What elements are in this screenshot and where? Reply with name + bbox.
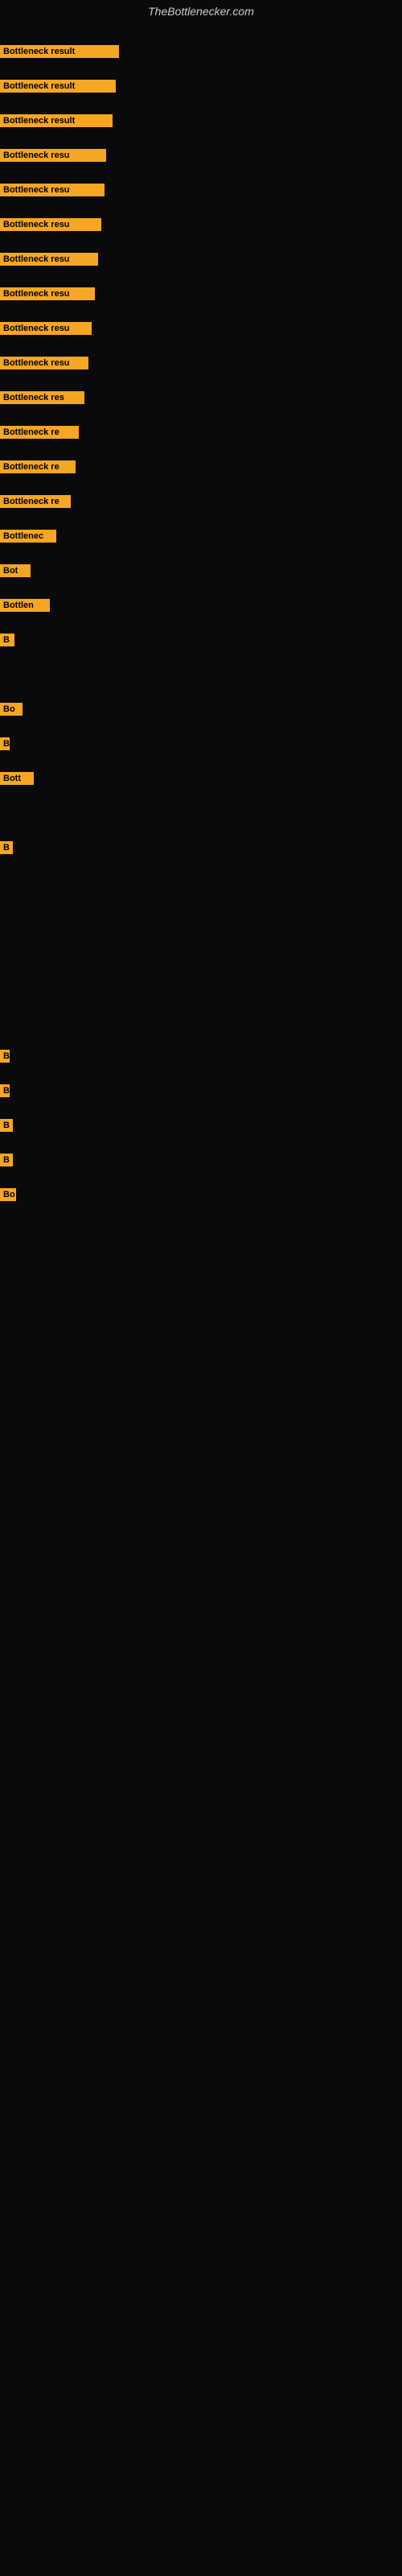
bar-row: Bot (0, 564, 31, 577)
bar-row: Bott (0, 772, 34, 785)
bottleneck-result-bar: Bottleneck re (0, 426, 79, 439)
bottleneck-result-bar: Bottleneck resu (0, 253, 98, 266)
bar-row: B (0, 634, 14, 646)
bar-row: B (0, 737, 10, 750)
bottleneck-result-bar: Bottleneck resu (0, 218, 101, 231)
bar-row: Bottlen (0, 599, 50, 612)
bar-row: Bottleneck re (0, 460, 76, 473)
bottleneck-result-bar: Bottleneck res (0, 391, 84, 404)
bar-row: Bottleneck resu (0, 253, 98, 266)
bottleneck-result-bar: Bottlenec (0, 530, 56, 543)
bar-row: Bottleneck result (0, 114, 113, 127)
bar-row: B (0, 1154, 13, 1166)
bottleneck-result-bar: B (0, 1084, 10, 1097)
bar-row: Bo (0, 703, 23, 716)
bar-row: Bottleneck resu (0, 322, 92, 335)
bottleneck-result-bar: Bottleneck resu (0, 149, 106, 162)
bar-row: Bottleneck re (0, 495, 71, 508)
bar-row: Bottleneck result (0, 45, 119, 58)
bar-row: Bottleneck resu (0, 149, 106, 162)
bar-row: Bottleneck res (0, 391, 84, 404)
bottleneck-result-bar: Bottleneck resu (0, 287, 95, 300)
bottleneck-result-bar: Bottleneck re (0, 495, 71, 508)
bar-row: Bottleneck resu (0, 287, 95, 300)
bar-row: B (0, 1050, 10, 1063)
bar-row: Bottleneck re (0, 426, 79, 439)
bottleneck-result-bar: B (0, 634, 14, 646)
bottleneck-result-bar: Bottlen (0, 599, 50, 612)
bottleneck-result-bar: Bottleneck result (0, 80, 116, 93)
bottleneck-result-bar: B (0, 1154, 13, 1166)
bottleneck-result-bar: B (0, 1050, 10, 1063)
bottleneck-result-bar: B (0, 1119, 13, 1132)
bar-row: B (0, 1119, 13, 1132)
bar-row: Bottleneck resu (0, 357, 88, 369)
bottleneck-result-bar: Bottleneck resu (0, 322, 92, 335)
bottleneck-result-bar: Bottleneck resu (0, 357, 88, 369)
bottleneck-result-bar: Bottleneck re (0, 460, 76, 473)
bar-row: Bottleneck resu (0, 218, 101, 231)
bottleneck-result-bar: Bott (0, 772, 34, 785)
bar-row: Bottleneck resu (0, 184, 105, 196)
bottleneck-result-bar: Bo (0, 703, 23, 716)
bottleneck-result-bar: Bot (0, 564, 31, 577)
bottleneck-result-bar: B (0, 841, 13, 854)
bottleneck-result-bar: Bo (0, 1188, 16, 1201)
bottleneck-result-bar: Bottleneck result (0, 45, 119, 58)
bottleneck-result-bar: Bottleneck resu (0, 184, 105, 196)
bottleneck-result-bar: Bottleneck result (0, 114, 113, 127)
bottleneck-result-bar: B (0, 737, 10, 750)
bar-row: Bottleneck result (0, 80, 116, 93)
bar-row: Bottlenec (0, 530, 56, 543)
bar-row: B (0, 1084, 10, 1097)
site-title: TheBottlenecker.com (0, 0, 402, 21)
bar-row: B (0, 841, 13, 854)
bar-row: Bo (0, 1188, 16, 1201)
